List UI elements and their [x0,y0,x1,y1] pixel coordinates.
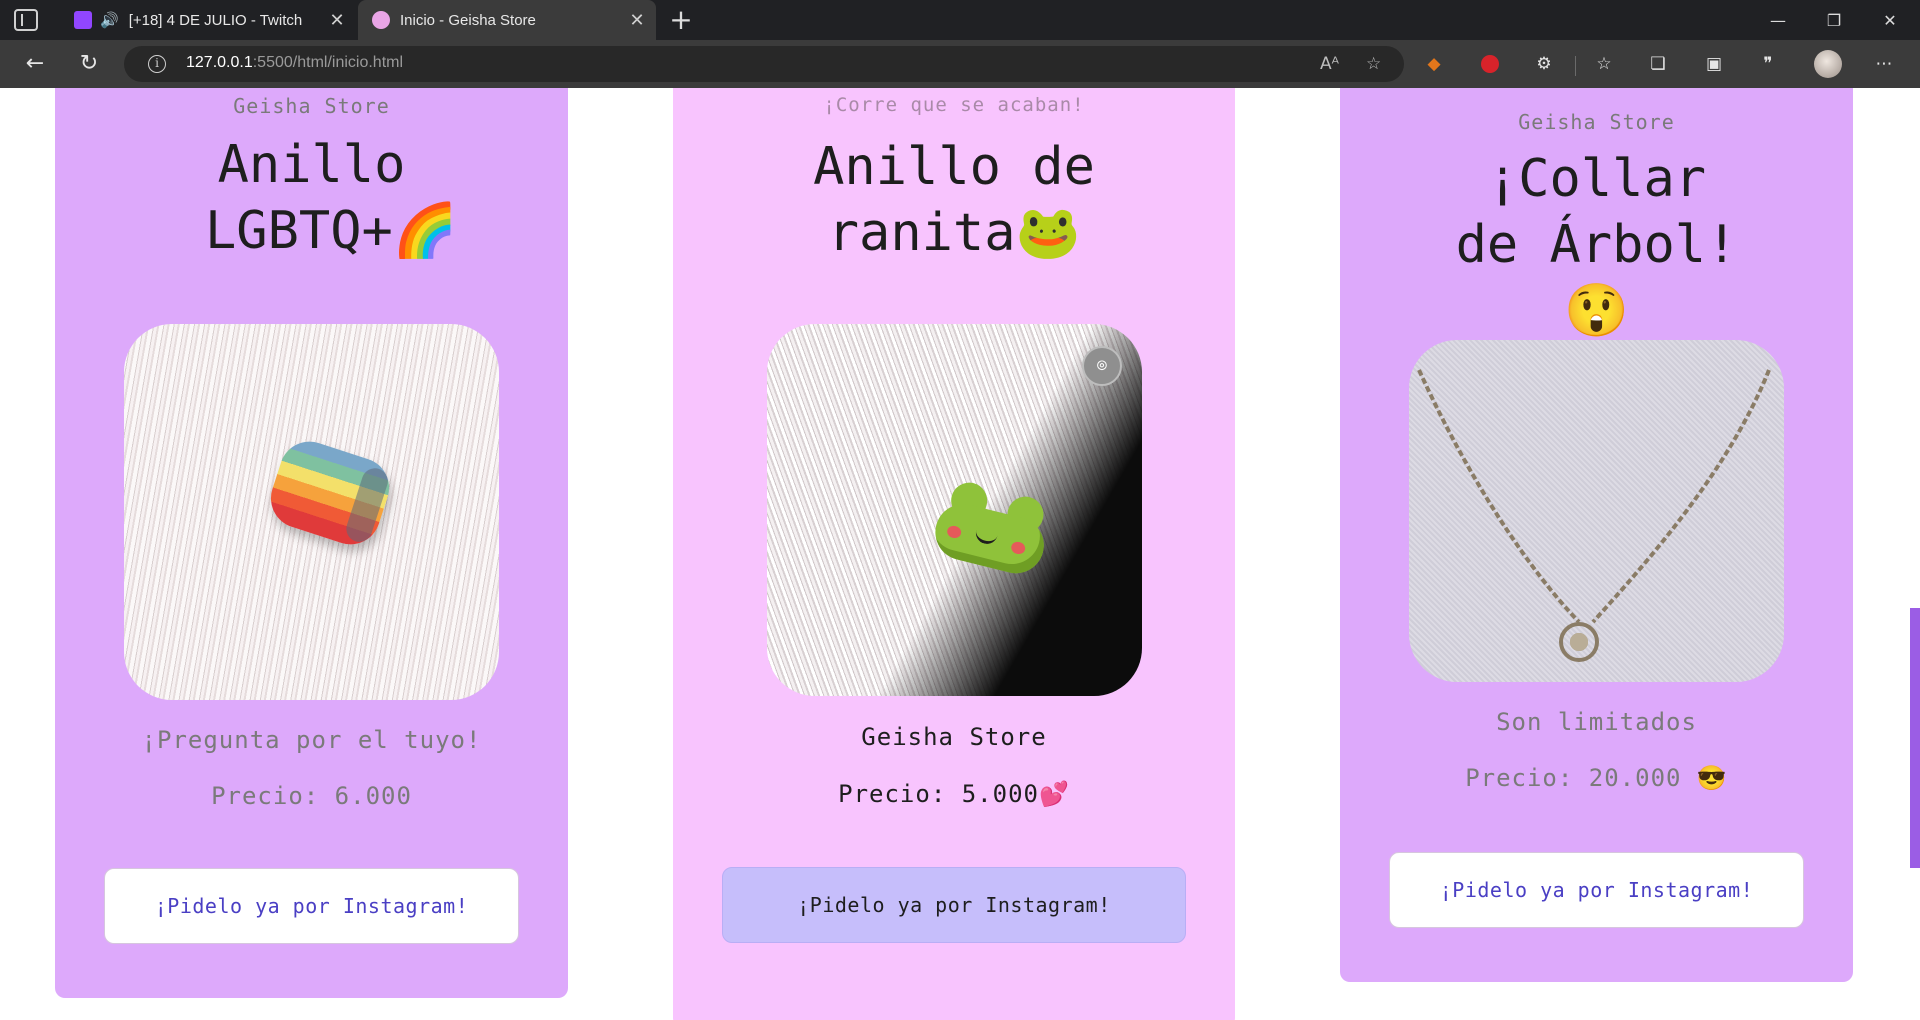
product-photo-rainbow-ring [124,324,499,700]
card-top-label: Geisha Store [1518,110,1675,134]
tab-twitch[interactable]: 🔊 [+18] 4 DE JULIO - Twitch ✕ [60,0,356,40]
rainbow-ring-image [263,433,397,553]
site-info-icon[interactable]: i [148,55,166,73]
product-card-frog-ring: ¡Corre que se acaban! Anillo de ranita🐸 … [673,88,1235,1020]
product-card-lgbtq-ring: Geisha Store Anillo LGBTQ+🌈 ¡Pregunta po… [55,88,568,998]
tab-geisha-store[interactable]: Inicio - Geisha Store ✕ [358,0,656,40]
twitch-icon [74,11,92,29]
tab-bar: 🔊 [+18] 4 DE JULIO - Twitch ✕ Inicio - G… [0,0,1920,40]
toolbar-divider [1575,56,1576,76]
close-window-button[interactable]: ✕ [1862,0,1918,40]
settings-menu-icon[interactable]: ⋯ [1872,52,1896,76]
product-photo-frog-ring: ⌾ [767,324,1142,696]
back-button[interactable]: ← [20,50,50,78]
product-price: Precio: 5.000💕 [838,780,1070,808]
close-tab-icon[interactable]: ✕ [624,10,650,31]
product-title: ¡Collar de Árbol!😲 [1455,149,1738,341]
adblock-extension-icon[interactable] [1478,52,1502,76]
reload-button[interactable]: ↻ [74,50,104,78]
frog-ring-image [929,477,1055,581]
necklace-chain-image [1417,369,1771,624]
product-price: Precio: 6.000 [211,782,412,810]
collections-icon[interactable]: ❏ [1646,52,1670,76]
address-bar[interactable]: i 127.0.0.1:5500/html/inicio.html Aᴬ ☆ [124,46,1404,82]
favorites-icon[interactable]: ☆ [1592,52,1616,76]
speaker-icon[interactable]: 🔊 [100,11,119,29]
page-content: Geisha Store Anillo LGBTQ+🌈 ¡Pregunta po… [0,88,1920,1020]
metamask-extension-icon[interactable]: ◆ [1422,52,1446,76]
extensions-icon[interactable]: ⚙ [1532,52,1556,76]
scrollbar-thumb[interactable] [1910,608,1920,868]
quote-icon[interactable]: ❞ [1756,52,1780,76]
tab-title: Inicio - Geisha Store [400,11,536,29]
profile-avatar[interactable] [1814,50,1842,78]
add-favorite-icon[interactable]: ☆ [1366,54,1381,74]
product-card-tree-necklace: Geisha Store ¡Collar de Árbol!😲 Son limi… [1340,88,1853,982]
read-aloud-icon[interactable]: Aᴬ [1320,54,1339,74]
new-tab-button[interactable]: + [666,4,696,36]
product-price: Precio: 20.000 😎 [1465,764,1728,792]
tree-pendant-image [1559,622,1599,662]
instagram-order-button[interactable]: ¡Pidelo ya por Instagram! [104,868,519,944]
navigation-bar: ← ↻ i 127.0.0.1:5500/html/inicio.html Aᴬ… [0,40,1920,88]
tab-title: [+18] 4 DE JULIO - Twitch [128,11,303,29]
product-subline: ¡Pregunta por el tuyo! [141,726,482,754]
instagram-order-button[interactable]: ¡Pidelo ya por Instagram! [722,867,1186,943]
product-title: Anillo LGBTQ+🌈 [205,135,458,261]
url-path: :5500/html/inicio.html [252,54,404,71]
tab-actions-icon[interactable] [14,9,38,31]
card-top-label: ¡Corre que se acaban! [823,94,1085,116]
url-host: 127.0.0.1 [186,54,253,71]
product-subline: Geisha Store [861,723,1047,751]
minimize-button[interactable]: — [1750,0,1806,40]
product-photo-tree-necklace [1409,340,1784,682]
url-text[interactable]: 127.0.0.1:5500/html/inicio.html [186,54,403,72]
card-top-label: Geisha Store [233,94,390,118]
product-title: Anillo de ranita🐸 [813,137,1095,263]
math-solver-icon[interactable]: ▣ [1702,52,1726,76]
close-tab-icon[interactable]: ✕ [324,10,350,31]
instagram-order-button[interactable]: ¡Pidelo ya por Instagram! [1389,852,1804,928]
geisha-store-icon [372,11,390,29]
restore-button[interactable]: ❐ [1806,0,1862,40]
visual-search-icon[interactable]: ⌾ [1082,346,1122,386]
product-subline: Son limitados [1496,708,1697,736]
